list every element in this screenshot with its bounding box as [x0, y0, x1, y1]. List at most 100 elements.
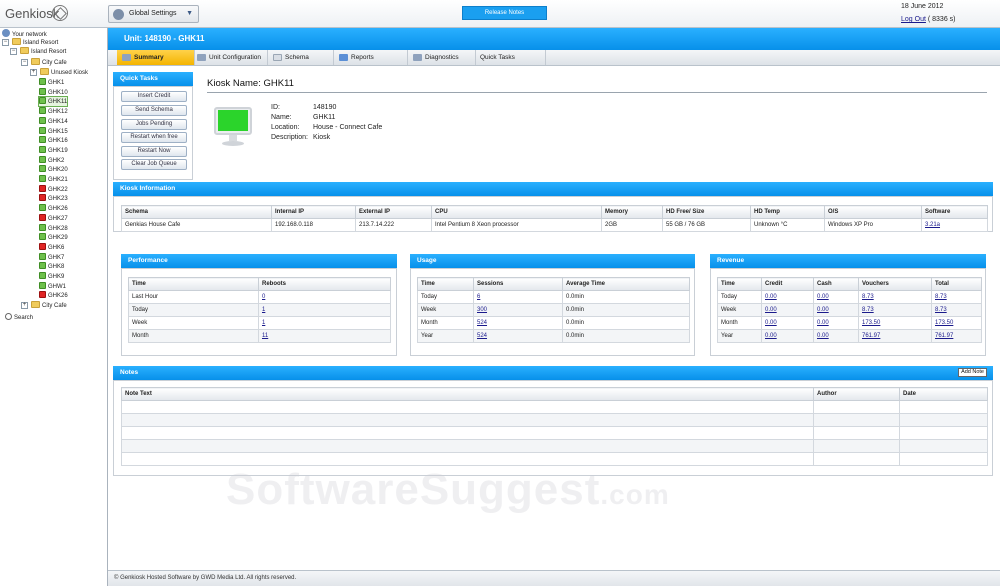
table-header-row: Time Sessions Average Time: [417, 277, 690, 291]
stat-link[interactable]: 0.00: [817, 333, 829, 339]
table-cell: Intel Pentium 8 Xeon processor: [431, 218, 602, 232]
send-schema-button[interactable]: Send Schema: [121, 105, 187, 116]
table-cell: Week: [717, 303, 762, 317]
clear-job-queue-button[interactable]: Clear Job Queue: [121, 159, 187, 170]
collapse-icon[interactable]: −: [21, 59, 28, 66]
tree-item-kiosk[interactable]: GHK8: [39, 262, 64, 271]
stat-link[interactable]: 0.00: [765, 320, 777, 326]
expand-icon[interactable]: +: [21, 302, 28, 309]
stat-link[interactable]: 0: [262, 294, 265, 300]
tree-item-island-resort-child[interactable]: − Island Resort: [10, 47, 66, 56]
stat-link[interactable]: 524: [477, 320, 487, 326]
tab-summary[interactable]: Summary: [117, 50, 195, 65]
column-header: Time: [128, 277, 259, 291]
tab-quick-tasks[interactable]: Quick Tasks: [476, 50, 546, 65]
tree-item-unused-kiosk[interactable]: + Unused Kiosk: [30, 68, 88, 77]
table-cell: Week: [417, 303, 474, 317]
column-header: Total: [931, 277, 982, 291]
tree-item-kiosk[interactable]: GHK26: [39, 291, 68, 300]
expand-icon[interactable]: +: [30, 69, 37, 76]
stat-link[interactable]: 0.00: [765, 333, 777, 339]
kiosk-fields: ID: 148190 Name: GHK11 Location: House - Co…: [271, 104, 382, 144]
collapse-icon[interactable]: −: [2, 39, 9, 46]
tree-item-city-cafe[interactable]: − City Cafe: [21, 58, 67, 67]
stat-link[interactable]: 8.73: [935, 307, 947, 313]
stat-link[interactable]: 300: [477, 307, 487, 313]
tree-item-kiosk[interactable]: GHK21: [39, 175, 68, 184]
tree-item-kiosk[interactable]: GHK27: [39, 213, 68, 223]
tree-item-kiosk[interactable]: GHK19: [39, 145, 68, 155]
tree-item-kiosk[interactable]: GHK28: [39, 223, 68, 233]
tree-item-kiosk[interactable]: GHK6: [39, 242, 65, 252]
stat-link[interactable]: 173.50: [862, 320, 880, 326]
current-date: 18 June 2012: [901, 3, 944, 10]
tree-item-kiosk[interactable]: GHK15: [39, 126, 68, 136]
kiosk-monitor-icon: [214, 107, 252, 149]
tab-diagnostics[interactable]: Diagnostics: [408, 50, 476, 65]
tab-bar: Summary Unit Configuration Schema Report…: [108, 50, 1000, 66]
restart-now-button[interactable]: Restart Now: [121, 146, 187, 157]
tree-item-kiosk[interactable]: GHK22: [39, 184, 68, 194]
table-cell: 192.168.0.118: [271, 218, 356, 232]
stat-link[interactable]: 8.73: [862, 294, 874, 300]
logout-link[interactable]: Log Out: [901, 16, 926, 23]
tab-schema[interactable]: Schema: [268, 50, 334, 65]
tree-item-kiosk[interactable]: GHK29: [39, 233, 68, 242]
tree-item-kiosk[interactable]: GHK20: [39, 165, 68, 174]
stat-link[interactable]: 6: [477, 294, 480, 300]
revenue-header: Revenue: [710, 254, 986, 268]
table-cell: 0.0min: [562, 316, 690, 330]
stat-link[interactable]: 8.73: [862, 307, 874, 313]
software-version-link[interactable]: 3.21a: [925, 222, 940, 228]
stat-link[interactable]: 0.00: [817, 307, 829, 313]
stat-link[interactable]: 1: [262, 320, 265, 326]
tree-item-kiosk[interactable]: GHW1: [39, 281, 66, 291]
kiosk-online-icon: [39, 233, 46, 241]
tree-item-kiosk[interactable]: GHK16: [39, 136, 68, 145]
tree-item-kiosk[interactable]: GHK1: [39, 78, 64, 87]
stat-link[interactable]: 8.73: [935, 294, 947, 300]
stat-link[interactable]: 0.00: [765, 294, 777, 300]
jobs-pending-button[interactable]: Jobs Pending: [121, 119, 187, 130]
stat-link[interactable]: 11: [262, 333, 268, 339]
add-note-button[interactable]: Add Note: [958, 368, 987, 377]
stat-link[interactable]: 524: [477, 333, 487, 339]
tree-item-kiosk[interactable]: GHK11: [37, 96, 69, 108]
tree-item-your-network[interactable]: Your network: [2, 29, 47, 38]
tree-item-search[interactable]: Search: [5, 313, 33, 322]
stat-link[interactable]: 1: [262, 307, 265, 313]
restart-when-free-button[interactable]: Restart when free: [121, 132, 187, 143]
tree-item-kiosk[interactable]: GHK26: [39, 204, 68, 213]
tree-item-kiosk[interactable]: GHK7: [39, 252, 64, 262]
tree-item-kiosk[interactable]: GHK9: [39, 272, 64, 281]
global-settings-dropdown[interactable]: Global Settings ▼: [108, 5, 199, 23]
tree-item-kiosk[interactable]: GHK12: [39, 107, 68, 116]
stat-link[interactable]: 0.00: [817, 320, 829, 326]
release-notes-button[interactable]: Release Notes: [462, 6, 547, 20]
tab-unit-configuration[interactable]: Unit Configuration: [192, 50, 268, 65]
tree-item-kiosk[interactable]: GHK10: [39, 87, 68, 97]
tree-item-kiosk[interactable]: GHK2: [39, 155, 64, 165]
table-cell: 0.0min: [562, 303, 690, 317]
stat-link[interactable]: 761.97: [935, 333, 953, 339]
stat-link[interactable]: 0.00: [765, 307, 777, 313]
tree-item-island-resort[interactable]: − Island Resort: [2, 38, 58, 47]
stat-link[interactable]: 761.97: [862, 333, 880, 339]
tab-label: Summary: [134, 54, 164, 61]
tree-item-city-cafe-2[interactable]: + City Cafe: [21, 301, 67, 310]
reports-icon: [339, 54, 348, 61]
stat-link[interactable]: 173.50: [935, 320, 953, 326]
tree-label: GHK10: [48, 89, 68, 96]
stat-link[interactable]: 0.00: [817, 294, 829, 300]
tree-label: GHK15: [48, 128, 68, 135]
collapse-icon[interactable]: −: [10, 48, 17, 55]
kiosk-online-icon: [39, 272, 46, 279]
insert-credit-button[interactable]: Insert Credit: [121, 91, 187, 102]
tree-label: GHK26: [48, 206, 68, 213]
field-label: ID:: [271, 104, 280, 111]
tab-reports[interactable]: Reports: [334, 50, 408, 65]
tree-item-kiosk[interactable]: GHK14: [39, 116, 68, 126]
kiosk-online-icon: [39, 145, 46, 153]
tree-item-kiosk[interactable]: GHK23: [39, 194, 68, 203]
tree-label: GHK6: [48, 244, 65, 251]
